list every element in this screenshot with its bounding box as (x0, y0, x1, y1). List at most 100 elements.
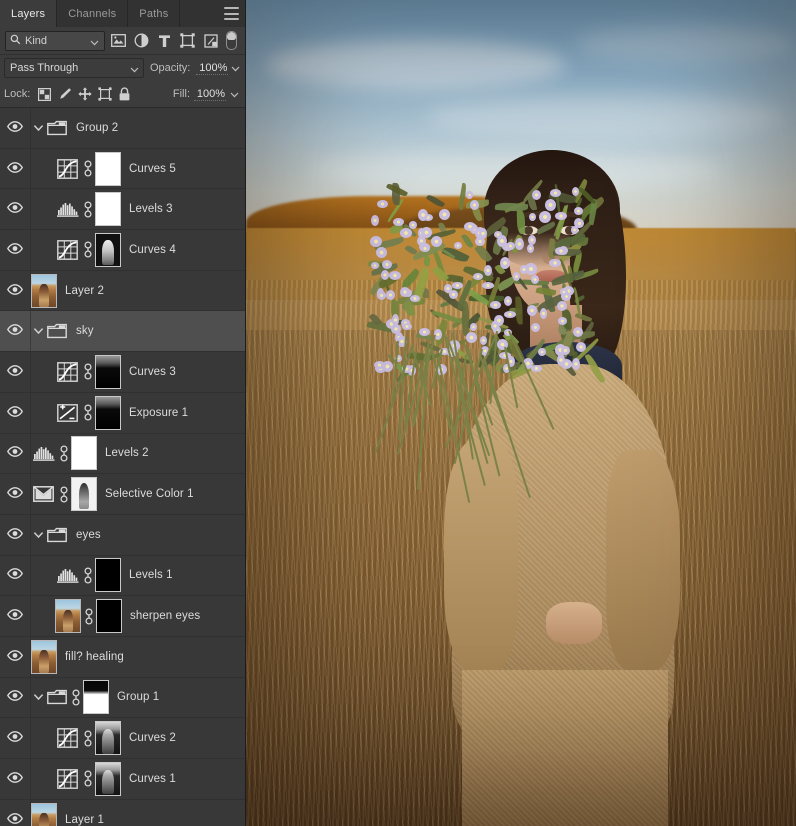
curves-adjustment-icon[interactable] (55, 237, 80, 262)
mask-link-icon[interactable] (80, 363, 95, 381)
layer-visibility-toggle[interactable] (0, 352, 31, 392)
type-layer-filter-icon[interactable] (155, 32, 174, 50)
layer-content[interactable]: Curves 1 (31, 759, 245, 799)
mask-link-icon[interactable] (81, 608, 96, 625)
layer-visibility-toggle[interactable] (0, 230, 31, 270)
lock-image-pixels-icon[interactable] (57, 87, 72, 102)
mask-link-icon[interactable] (80, 201, 95, 218)
layer-content[interactable]: Levels 1 (31, 556, 245, 596)
layer-content[interactable]: fill? healing (31, 637, 245, 677)
layer-mask-thumbnail[interactable] (95, 395, 121, 430)
levels-adjustment-icon[interactable] (55, 197, 80, 222)
group-expand-chevron-icon[interactable] (31, 693, 46, 701)
chevron-down-icon[interactable] (230, 85, 239, 103)
smart-object-filter-icon[interactable] (201, 32, 220, 50)
mask-link-icon[interactable] (80, 567, 95, 584)
layer-content[interactable]: Group 2 (31, 108, 245, 148)
group-expand-chevron-icon[interactable] (31, 327, 46, 335)
layer-mask-thumbnail[interactable] (95, 558, 121, 593)
curves-adjustment-icon[interactable] (55, 156, 80, 181)
layer-row[interactable]: sherpen eyes (0, 596, 245, 637)
mask-link-icon[interactable] (80, 241, 95, 258)
blend-mode-select[interactable]: Pass Through (4, 58, 144, 78)
chevron-down-icon[interactable] (231, 59, 240, 77)
layer-thumbnail[interactable] (55, 599, 81, 634)
filter-kind-select[interactable]: Kind (5, 30, 105, 51)
layer-mask-thumbnail[interactable] (95, 761, 121, 796)
tab-channels[interactable]: Channels (57, 0, 129, 27)
layer-content[interactable]: Curves 5 (31, 149, 245, 189)
layer-visibility-toggle[interactable] (0, 759, 31, 799)
layer-visibility-toggle[interactable] (0, 677, 31, 718)
layer-row[interactable]: Curves 3 (0, 352, 245, 393)
layer-row[interactable]: Selective Color 1 (0, 474, 245, 515)
layer-row[interactable]: Levels 2 (0, 433, 245, 475)
group-expand-chevron-icon[interactable] (31, 531, 46, 539)
layer-visibility-toggle[interactable] (0, 636, 31, 677)
mask-link-icon[interactable] (80, 730, 95, 747)
curves-adjustment-icon[interactable] (55, 726, 80, 751)
layer-visibility-toggle[interactable] (0, 718, 31, 758)
levels-adjustment-icon[interactable] (55, 563, 80, 588)
layer-visibility-toggle[interactable] (0, 514, 31, 555)
layer-visibility-toggle[interactable] (0, 799, 31, 826)
layer-row[interactable]: Exposure 1 (0, 392, 245, 434)
layer-visibility-toggle[interactable] (0, 596, 31, 636)
layer-mask-thumbnail[interactable] (95, 151, 121, 186)
mask-link-icon[interactable] (68, 689, 83, 706)
curves-adjustment-icon[interactable] (55, 359, 80, 384)
layer-visibility-toggle[interactable] (0, 108, 31, 148)
layer-visibility-toggle[interactable] (0, 311, 31, 352)
layer-content[interactable]: Selective Color 1 (31, 474, 245, 514)
layer-mask-thumbnail[interactable] (71, 477, 97, 512)
hamburger-menu-icon[interactable] (224, 7, 239, 20)
layer-list[interactable]: Group 2 Curves 5 Levels 3 Curves 4 Layer 2 sk… (0, 108, 245, 826)
layer-row[interactable]: Curves 5 (0, 148, 245, 190)
mask-link-icon[interactable] (80, 404, 95, 421)
layer-content[interactable]: Curves 4 (31, 230, 245, 270)
layer-mask-thumbnail[interactable] (95, 192, 121, 227)
layer-thumbnail[interactable] (31, 273, 57, 308)
layer-thumbnail[interactable] (31, 802, 57, 826)
pixel-layer-filter-icon[interactable] (109, 32, 128, 50)
layer-visibility-toggle[interactable] (0, 148, 31, 189)
opacity-field[interactable]: 100% (196, 59, 240, 77)
adjustment-layer-filter-icon[interactable] (132, 32, 151, 50)
layer-content[interactable]: Group 1 (31, 678, 245, 718)
tab-layers[interactable]: Layers (0, 0, 58, 27)
layer-row[interactable]: Curves 4 (0, 230, 245, 271)
document-canvas[interactable] (246, 0, 796, 826)
mask-link-icon[interactable] (80, 160, 95, 177)
layer-mask-thumbnail[interactable] (95, 354, 121, 389)
layer-mask-thumbnail[interactable] (96, 599, 122, 634)
layer-row[interactable]: Layer 2 (0, 270, 245, 312)
layer-row[interactable]: Levels 3 (0, 189, 245, 231)
layer-visibility-toggle[interactable] (0, 270, 31, 311)
mask-link-icon[interactable] (56, 485, 71, 503)
layer-content[interactable]: Levels 2 (31, 434, 245, 474)
layer-content[interactable]: eyes (31, 515, 245, 555)
layer-row[interactable]: eyes (0, 514, 245, 556)
lock-all-icon[interactable] (117, 87, 132, 102)
layer-row[interactable]: Group 1 (0, 677, 245, 719)
tab-paths[interactable]: Paths (128, 0, 181, 27)
layer-row[interactable]: Curves 1 (0, 759, 245, 800)
curves-adjustment-icon[interactable] (55, 766, 80, 791)
layer-mask-thumbnail[interactable] (95, 232, 121, 267)
layer-content[interactable]: Curves 3 (31, 352, 245, 392)
selcolor-adjustment-icon[interactable] (31, 482, 56, 507)
group-expand-chevron-icon[interactable] (31, 124, 46, 132)
layer-visibility-toggle[interactable] (0, 392, 31, 433)
lock-position-icon[interactable] (77, 87, 92, 102)
mask-link-icon[interactable] (80, 770, 95, 787)
layer-row[interactable]: fill? healing (0, 636, 245, 678)
layer-content[interactable]: sky (31, 311, 245, 351)
layer-row[interactable]: Layer 1 (0, 799, 245, 826)
lock-artboard-nesting-icon[interactable] (97, 87, 112, 102)
mask-link-icon[interactable] (56, 445, 71, 462)
filter-enable-toggle[interactable] (226, 31, 237, 50)
layer-content[interactable]: Exposure 1 (31, 393, 245, 433)
lock-transparent-pixels-icon[interactable] (37, 87, 52, 102)
layer-row[interactable]: Levels 1 (0, 555, 245, 597)
layer-content[interactable]: Curves 2 (31, 718, 245, 758)
